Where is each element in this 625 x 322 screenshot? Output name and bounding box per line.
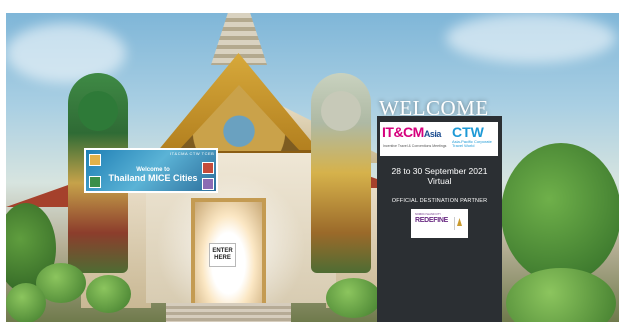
partner-logo-subtitle: NORDIC ISLAND CITY	[415, 213, 441, 216]
enter-here-button[interactable]: ENTER HERE	[209, 243, 236, 267]
event-info-panel: IT&CMAsia Incentive Travel & Conventions…	[377, 116, 502, 322]
banner-title: Welcome to Thailand MICE Cities	[108, 167, 198, 183]
banner-title-line2: Thailand MICE Cities	[108, 173, 198, 183]
partner-label: OFFICIAL DESTINATION PARTNER	[391, 198, 488, 204]
banner-logos: IT&CMA CTW TCEB	[170, 151, 215, 156]
partner-emblem-icon	[454, 217, 463, 230]
itcma-logo-suffix: Asia	[423, 129, 442, 139]
ctw-logo-subtitle: Asia-Pacific Corporate Travel World	[452, 139, 492, 148]
event-date-range: 28 to 30 September 2021	[391, 166, 488, 176]
tree-right	[501, 143, 619, 283]
event-dates: 28 to 30 September 2021 Virtual	[377, 166, 502, 186]
partner-logo-text: REDEFINE	[415, 217, 448, 224]
guardian-head-right	[321, 91, 361, 131]
destination-partner-logo[interactable]: NORDIC ISLAND CITY REDEFINE	[411, 209, 468, 238]
banner-thumbnail	[89, 176, 101, 188]
itcma-logo-main: IT&CM	[382, 124, 424, 140]
event-logos: IT&CMAsia Incentive Travel & Conventions…	[380, 122, 498, 156]
banner-thumbnail	[202, 162, 214, 174]
enter-line: ENTER	[212, 248, 233, 254]
bush	[6, 283, 46, 322]
bush	[326, 278, 381, 318]
temple-stairs	[166, 303, 291, 322]
banner-thumbnail	[89, 154, 101, 166]
itcma-logo-subtitle: Incentive Travel & Conventions Meetings	[383, 144, 447, 148]
cloud	[446, 13, 616, 63]
here-line: HERE	[214, 255, 231, 261]
bush	[506, 268, 616, 322]
event-mode: Virtual	[427, 176, 452, 186]
itcma-logo[interactable]: IT&CMAsia	[382, 125, 441, 139]
thailand-mice-cities-banner[interactable]: IT&CMA CTW TCEB Welcome to Thailand MICE…	[84, 148, 218, 193]
guardian-head-left	[78, 91, 118, 131]
bush	[86, 275, 131, 313]
banner-thumbnail	[202, 178, 214, 190]
ctw-logo[interactable]: CTW	[452, 125, 484, 139]
